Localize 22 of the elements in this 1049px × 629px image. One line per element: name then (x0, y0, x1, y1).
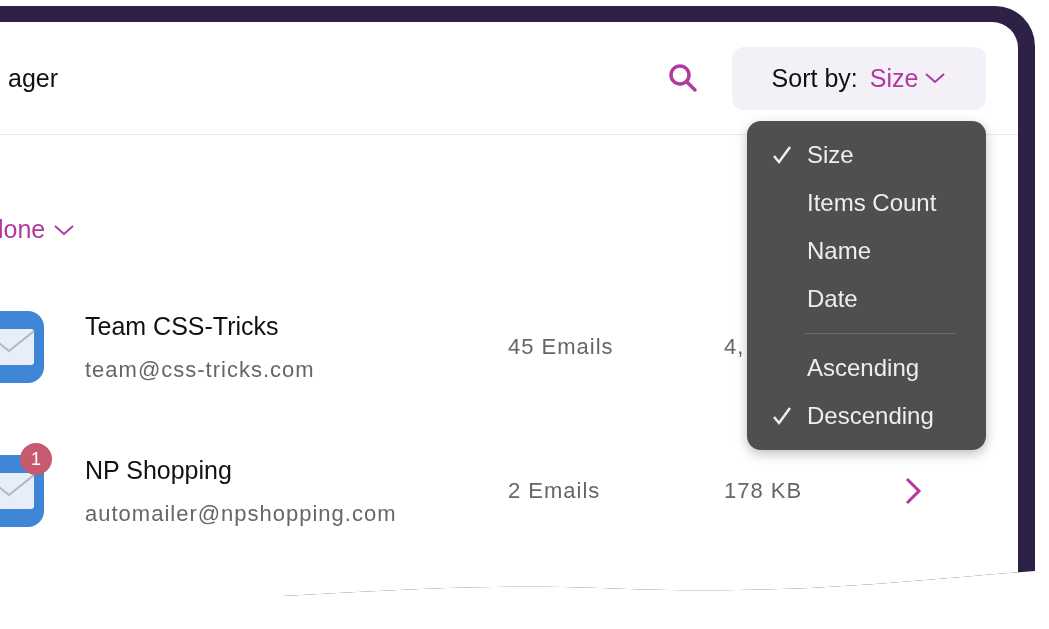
account-size: 178 KB (724, 478, 804, 504)
sort-button[interactable]: Sort by: Size (732, 46, 986, 110)
chevron-right-icon[interactable] (904, 477, 922, 505)
menu-item[interactable]: Ascending (747, 344, 986, 392)
account-name: Team CSS-Tricks (85, 311, 280, 341)
search-icon[interactable] (668, 63, 698, 93)
account-name: NP Shopping (85, 455, 233, 485)
menu-item[interactable]: Descending (747, 392, 986, 440)
filter-dropdown[interactable]: lone (0, 215, 76, 244)
menu-item[interactable]: Name (747, 227, 986, 275)
account-email: automailer@npshopping.com (85, 500, 398, 527)
email-count: 45 Emails (508, 334, 615, 360)
account-email: team@css-tricks.com (85, 356, 316, 383)
email-count: 2 Emails (508, 478, 602, 504)
menu-item[interactable]: Date (747, 275, 986, 323)
account-size: 4, (724, 334, 746, 360)
unread-badge: 1 (20, 443, 52, 475)
menu-item[interactable]: Items Count (747, 179, 986, 227)
caret-icon (53, 222, 76, 237)
caret-icon (924, 71, 947, 85)
menu-item[interactable]: Size (747, 131, 986, 179)
window-title: ager (8, 63, 60, 93)
